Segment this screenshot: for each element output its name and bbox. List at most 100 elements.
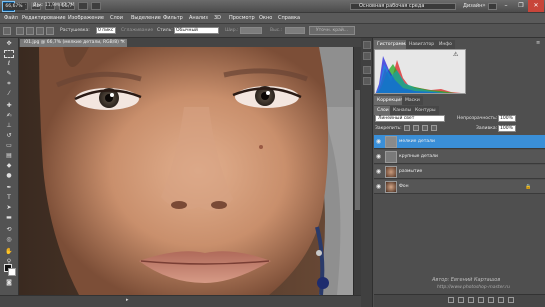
pen-tool-icon[interactable]: ✒ (4, 184, 14, 192)
history-brush-tool-icon[interactable]: ↺ (4, 132, 14, 140)
blend-mode-select[interactable]: Линейный свет (375, 115, 445, 122)
new-selection-icon[interactable] (16, 27, 24, 35)
crop-tool-icon[interactable]: ⌗ (4, 80, 14, 88)
tab-masks[interactable]: Маски (402, 96, 423, 105)
3d-rotate-tool-icon[interactable]: ⟲ (4, 226, 14, 234)
adjustment-layer-icon[interactable] (478, 297, 484, 303)
cache-warning-icon[interactable]: ⚠ (453, 51, 458, 58)
workspace-design-label[interactable]: Дизайн (463, 3, 482, 9)
menu-layers[interactable]: Слои (110, 15, 123, 21)
tab-paths[interactable]: Контуры (412, 106, 439, 115)
menu-help[interactable]: Справка (278, 15, 300, 21)
menu-image[interactable]: Изображение (68, 15, 104, 21)
layer-row[interactable]: ◉ Фон 🔒 (374, 180, 545, 194)
eyedropper-tool-icon[interactable]: ⁄ (4, 90, 14, 98)
close-tab-icon[interactable]: × (121, 39, 125, 45)
author-watermark: Автор: Евгений Карташов (432, 277, 501, 283)
close-button[interactable]: ✕ (528, 0, 544, 12)
clone-source-panel-icon[interactable] (363, 77, 371, 85)
layer-thumbnail (385, 151, 397, 163)
layer-row[interactable]: ◉ крупные детали (374, 150, 545, 164)
visibility-eye-icon[interactable]: ◉ (375, 153, 382, 160)
lock-position-icon[interactable] (422, 125, 428, 131)
blur-tool-icon[interactable]: ◆ (4, 162, 14, 170)
visibility-eye-icon[interactable]: ◉ (375, 168, 382, 175)
clone-stamp-tool-icon[interactable]: ⊥ (4, 122, 14, 130)
intersect-selection-icon[interactable] (46, 27, 54, 35)
workspace-switcher[interactable]: Основная рабочая среда (350, 3, 456, 10)
refine-edge-button[interactable]: Уточн. край... (309, 26, 355, 35)
move-tool-icon[interactable]: ✥ (4, 40, 14, 48)
layer-row[interactable]: ◉ мелкие детали (374, 135, 545, 149)
new-layer-icon[interactable] (498, 297, 504, 303)
menu-filter[interactable]: Фильтр (163, 15, 183, 21)
panel-menu-icon[interactable]: ≡ (536, 40, 540, 46)
lasso-tool-icon[interactable]: ℓ (4, 60, 14, 68)
layer-name[interactable]: мелкие детали (399, 139, 435, 144)
new-group-icon[interactable] (488, 297, 494, 303)
tab-info[interactable]: Инфо (436, 40, 455, 49)
height-field[interactable] (285, 27, 305, 34)
add-mask-icon[interactable] (468, 297, 474, 303)
style-select[interactable]: Обычный (174, 27, 219, 34)
marquee-preset-icon[interactable] (3, 27, 11, 35)
screen-mode-icon[interactable] (91, 2, 101, 10)
brush-tool-icon[interactable]: ✍ (4, 112, 14, 120)
document-tab[interactable]: i01.jpg @ 66,7% (мелкие детали, RGB/8) * (20, 39, 127, 47)
menu-file[interactable]: Файл (4, 15, 18, 21)
search-input[interactable] (488, 3, 497, 10)
3d-orbit-tool-icon[interactable]: ◎ (4, 236, 14, 244)
menu-3d[interactable]: 3D (214, 15, 221, 21)
layer-name[interactable]: Фон (399, 184, 409, 189)
feather-field[interactable]: 0 пикс (96, 27, 116, 34)
visibility-eye-icon[interactable]: ◉ (375, 183, 382, 190)
rectangular-marquee-tool-icon[interactable] (4, 50, 14, 58)
layer-name[interactable]: крупные детали (399, 154, 438, 159)
minimize-button[interactable]: – (498, 0, 514, 12)
menu-select[interactable]: Выделение (131, 15, 161, 21)
link-layers-icon[interactable] (448, 297, 454, 303)
lock-transparency-icon[interactable] (404, 125, 410, 131)
actions-panel-icon[interactable] (363, 52, 371, 60)
antialias-checkbox[interactable]: Сглаживание (121, 28, 153, 33)
tab-channels[interactable]: Каналы (390, 106, 415, 115)
opacity-field[interactable]: 100% (498, 115, 516, 122)
subtract-selection-icon[interactable] (36, 27, 44, 35)
layer-name[interactable]: размытие (399, 169, 422, 174)
lock-all-icon[interactable] (431, 125, 437, 131)
history-panel-icon[interactable] (363, 41, 371, 49)
type-tool-icon[interactable]: T (4, 194, 14, 202)
menu-window[interactable]: Окно (259, 15, 272, 21)
fill-field[interactable]: 100% (498, 125, 516, 132)
arrange-documents-icon[interactable] (78, 2, 88, 10)
tab-navigator[interactable]: Навигатор (406, 40, 438, 49)
menu-view[interactable]: Просмотр (229, 15, 255, 21)
add-to-selection-icon[interactable] (26, 27, 34, 35)
chevron-right-icon[interactable]: » (482, 2, 486, 9)
delete-layer-icon[interactable] (508, 297, 514, 303)
dodge-tool-icon[interactable]: ● (4, 172, 14, 180)
image-canvas[interactable] (19, 47, 353, 295)
background-color-swatch[interactable] (8, 268, 16, 276)
status-arrow-icon[interactable]: ▸ (126, 297, 129, 303)
menu-edit[interactable]: Редактирование (22, 15, 66, 21)
layer-row[interactable]: ◉ размытие (374, 165, 545, 179)
quick-selection-tool-icon[interactable]: ✎ (4, 70, 14, 78)
gradient-tool-icon[interactable]: ▤ (4, 152, 14, 160)
restore-button[interactable]: ❐ (513, 0, 529, 12)
hand-tool-icon[interactable]: ✋ (4, 248, 14, 256)
width-field[interactable] (240, 27, 262, 34)
opacity-label: Непрозрачность: (457, 116, 498, 121)
brush-panel-icon[interactable] (363, 66, 371, 74)
scrollbar-thumb[interactable] (355, 90, 360, 210)
menu-analysis[interactable]: Анализ (189, 15, 208, 21)
layer-style-icon[interactable] (458, 297, 464, 303)
quick-mask-icon[interactable]: ◙ (4, 279, 14, 287)
zoom-level-field[interactable]: 66,67% (3, 3, 25, 10)
rectangle-tool-icon[interactable]: ▬ (4, 214, 14, 222)
lock-pixels-icon[interactable] (413, 125, 419, 131)
visibility-eye-icon[interactable]: ◉ (375, 138, 382, 145)
healing-brush-tool-icon[interactable]: ✚ (4, 102, 14, 110)
eraser-tool-icon[interactable]: ▭ (4, 142, 14, 150)
path-selection-tool-icon[interactable]: ➤ (4, 204, 14, 212)
